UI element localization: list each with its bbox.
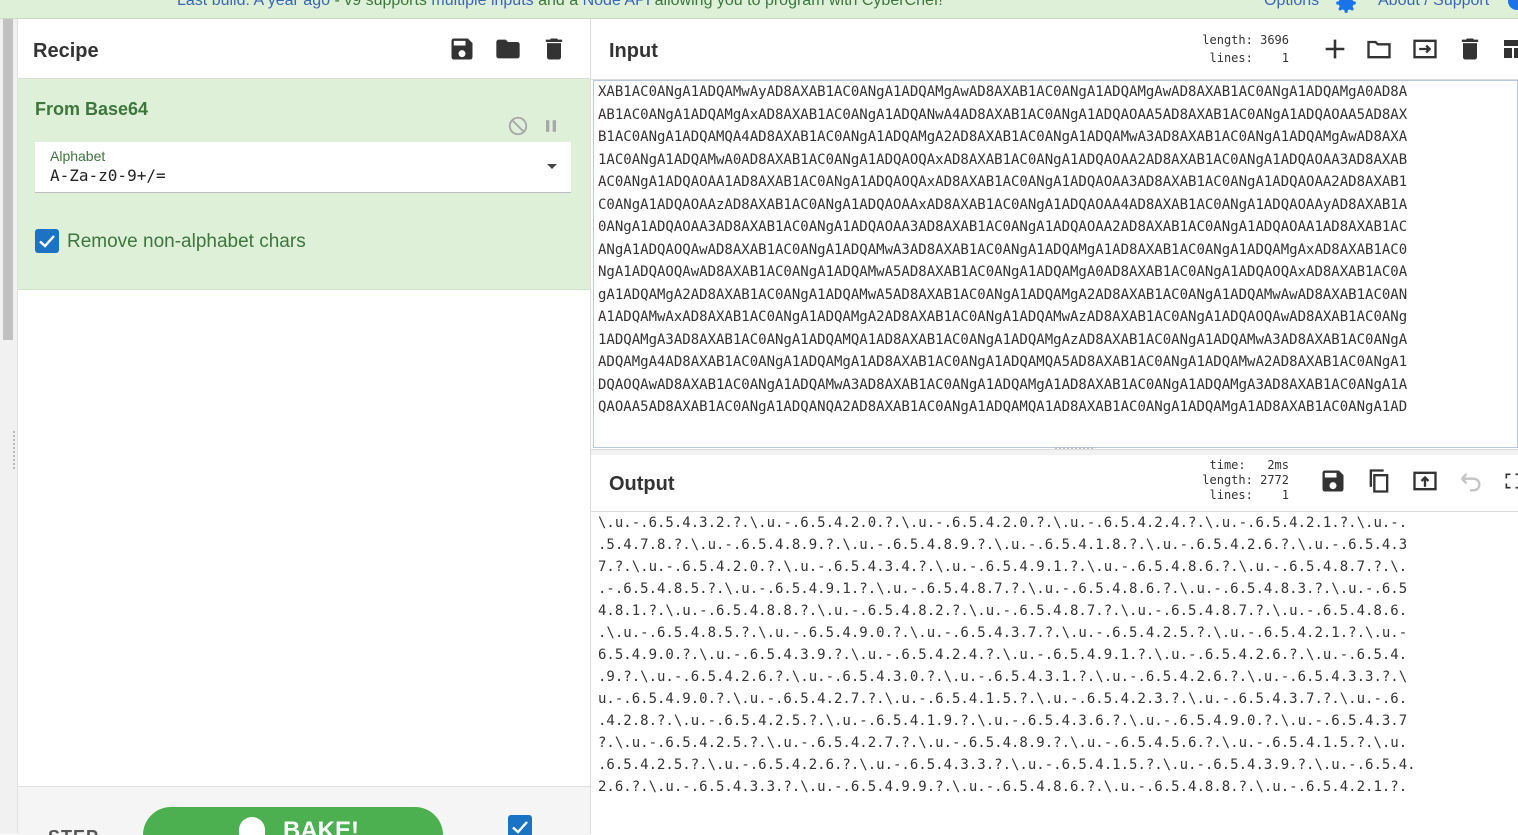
resize-handle[interactable] xyxy=(12,430,16,470)
input-line: AC0ANgA1ADQAOAA1AD8AXAB1AC0ANgA1ADQAOQAx… xyxy=(598,174,1408,190)
output-line: ?.\.u.-.6.5.4.2.5.?.\.u.-.6.5.4.2.7.?.\.… xyxy=(598,735,1408,751)
output-panel: Output time: 2ms length: 2772 lines: 1 \… xyxy=(591,455,1518,834)
trash-icon[interactable] xyxy=(1456,35,1484,63)
export-icon[interactable] xyxy=(1411,467,1439,495)
options-link[interactable]: Options xyxy=(1264,0,1319,10)
output-line: 2.6.?.\.u.-.6.5.4.3.3.?.\.u.-.6.5.4.9.9.… xyxy=(598,779,1408,795)
output-title: Output xyxy=(609,473,675,495)
input-line: gA1ADQAMgA2AD8AXAB1AC0ANgA1ADQAMwA5AD8AX… xyxy=(598,286,1408,303)
output-line: \.u.-.6.5.4.3.2.?.\.u.-.6.5.4.2.0.?.\.u.… xyxy=(598,515,1408,531)
length-label: length: xyxy=(1202,473,1253,487)
input-line: AB1AC0ANgA1ADQAMgAxAD8AXAB1AC0ANgA1ADQAN… xyxy=(598,106,1408,123)
output-line: .6.5.4.2.5.?.\.u.-.6.5.4.2.6.?.\.u.-.6.5… xyxy=(598,757,1416,773)
maximise-icon[interactable] xyxy=(1503,467,1518,495)
trash-icon[interactable] xyxy=(540,35,568,63)
import-icon[interactable] xyxy=(1411,35,1439,63)
banner-message: Last build: A year ago - v9 supports mul… xyxy=(177,0,943,10)
save-icon[interactable] xyxy=(448,35,476,63)
recipe-title: Recipe xyxy=(33,40,99,62)
input-line: DQAOQAwAD8AXAB1AC0ANgA1ADQAMwA3AD8AXAB1A… xyxy=(598,376,1408,393)
input-length: 3696 xyxy=(1260,33,1289,47)
length-label: length: xyxy=(1202,33,1253,47)
pause-icon[interactable] xyxy=(541,116,561,136)
controls-area: STEP BAKE! xyxy=(18,786,590,835)
banner-text-1: - v9 supports xyxy=(330,0,432,9)
notice-banner: Last build: A year ago - v9 supports mul… xyxy=(0,0,1518,19)
output-stats: time: 2ms length: 2772 lines: 1 xyxy=(1189,458,1289,503)
lines-label: lines: xyxy=(1209,51,1253,65)
output-lines: 1 xyxy=(1281,488,1289,502)
input-line: A1ADQAMwAxAD8AXAB1AC0ANgA1ADQAMgA2AD8AXA… xyxy=(598,309,1408,325)
remove-nonalphabet-label[interactable]: Remove non-alphabet chars xyxy=(67,231,306,253)
folder-icon[interactable] xyxy=(494,35,522,63)
output-line: .-.6.5.4.8.5.?.\.u.-.6.5.4.9.1.?.\.u.-.6… xyxy=(598,581,1408,597)
input-line: ADQAMgA4AD8AXAB1AC0ANgA1ADQAMgA1AD8AXAB1… xyxy=(598,354,1408,370)
output-line: .5.4.7.8.?.\.u.-.6.5.4.8.9.?.\.u.-.6.5.4… xyxy=(598,537,1408,553)
input-line: 1ADQAMgA3AD8AXAB1AC0ANgA1ADQAMQA1AD8AXAB… xyxy=(598,331,1408,348)
chevron-down-icon[interactable] xyxy=(533,142,571,192)
output-line: 7.?.\.u.-.6.5.4.2.0.?.\.u.-.6.5.4.3.4.?.… xyxy=(598,559,1408,575)
input-line: C0ANgA1ADQAOAAzAD8AXAB1AC0ANgA1ADQAOAAxA… xyxy=(598,196,1408,213)
save-icon[interactable] xyxy=(1319,467,1347,495)
folder-icon[interactable] xyxy=(1365,35,1393,63)
alphabet-select[interactable]: Alphabet A-Za-z0-9+/= xyxy=(35,142,571,193)
operation-name: From Base64 xyxy=(35,99,149,119)
layout-icon[interactable] xyxy=(1501,35,1518,63)
input-line: QAOAA5AD8AXAB1AC0ANgA1ADQANQA2AD8AXAB1AC… xyxy=(598,399,1408,415)
input-line: ANgA1ADQAOQAwAD8AXAB1AC0ANgA1ADQAMwA3AD8… xyxy=(598,241,1408,258)
input-lines: 1 xyxy=(1281,51,1289,65)
recipe-panel: Recipe From Base64 Alphabet A-Za-z0-9+/= xyxy=(18,19,591,835)
input-line: B1AC0ANgA1ADQAMQA4AD8AXAB1AC0ANgA1ADQAMg… xyxy=(598,129,1408,145)
chef-icon xyxy=(239,817,265,835)
from-base64-operation[interactable]: From Base64 Alphabet A-Za-z0-9+/= Remove… xyxy=(18,79,590,290)
resize-handle[interactable] xyxy=(1054,446,1094,450)
output-line: .9.?.\.u.-.6.5.4.2.6.?.\.u.-.6.5.4.3.0.?… xyxy=(598,669,1408,685)
output-time: 2ms xyxy=(1267,458,1289,472)
multiple-inputs-link[interactable]: multiple inputs xyxy=(431,0,533,9)
plus-icon[interactable] xyxy=(1321,35,1349,63)
output-line: u.-.6.5.4.9.0.?.\.u.-.6.5.4.2.7.?.\.u.-.… xyxy=(598,691,1408,707)
banner-text-3: allowing you to program with CyberChef! xyxy=(650,0,943,9)
about-support-link[interactable]: About / Support xyxy=(1378,0,1489,10)
check-icon xyxy=(512,821,528,834)
recipe-header: Recipe xyxy=(18,19,590,79)
auto-bake-checkbox[interactable] xyxy=(508,815,532,835)
input-stats: length: 3696 lines: 1 xyxy=(1189,31,1289,67)
check-icon xyxy=(39,235,55,248)
output-line: .\.u.-.6.5.4.8.5.?.\.u.-.6.5.4.9.0.?.\.u… xyxy=(598,625,1408,641)
output-line: 6.5.4.9.0.?.\.u.-.6.5.4.3.9.?.\.u.-.6.5.… xyxy=(598,647,1408,663)
bake-label: BAKE! xyxy=(283,817,359,835)
bake-button[interactable]: BAKE! xyxy=(143,807,443,835)
output-line: .4.2.8.?.\.u.-.6.5.4.2.5.?.\.u.-.6.5.4.1… xyxy=(598,713,1408,729)
disable-icon[interactable] xyxy=(507,115,529,137)
input-line: 1AC0ANgA1ADQAMwA0AD8AXAB1AC0ANgA1ADQAOQA… xyxy=(598,151,1408,168)
last-build-link[interactable]: Last build: A year ago xyxy=(177,0,330,9)
page-scrollbar[interactable] xyxy=(0,19,18,834)
output-line: 4.8.1.?.\.u.-.6.5.4.8.8.?.\.u.-.6.5.4.8.… xyxy=(598,603,1408,619)
output-header: Output time: 2ms length: 2772 lines: 1 xyxy=(591,455,1518,512)
banner-text-2: and a xyxy=(533,0,583,9)
alphabet-label: Alphabet xyxy=(50,148,106,164)
output-length: 2772 xyxy=(1260,473,1289,487)
input-line: XAB1AC0ANgA1ADQAMwAyAD8AXAB1AC0ANgA1ADQA… xyxy=(598,84,1408,100)
input-panel: Input length: 3696 lines: 1 XAB1AC0ANgA1… xyxy=(591,19,1518,449)
undo-icon[interactable] xyxy=(1456,467,1484,495)
input-header: Input length: 3696 lines: 1 xyxy=(591,19,1518,80)
copy-icon[interactable] xyxy=(1365,467,1393,495)
input-line: 0ANgA1ADQAOAA3AD8AXAB1AC0ANgA1ADQAOAA3AD… xyxy=(598,219,1408,235)
lines-label: lines: xyxy=(1209,488,1253,502)
node-api-link[interactable]: Node API xyxy=(583,0,651,9)
input-textarea[interactable]: XAB1AC0ANgA1ADQAMwAyAD8AXAB1AC0ANgA1ADQA… xyxy=(593,80,1518,448)
remove-nonalphabet-checkbox[interactable] xyxy=(35,229,59,253)
output-textarea[interactable]: \.u.-.6.5.4.3.2.?.\.u.-.6.5.4.2.0.?.\.u.… xyxy=(593,512,1518,834)
gear-icon[interactable] xyxy=(1333,0,1359,16)
input-line: NgA1ADQAOQAwAD8AXAB1AC0ANgA1ADQAMwA5AD8A… xyxy=(598,264,1408,280)
scrollbar-thumb[interactable] xyxy=(3,19,13,340)
input-title: Input xyxy=(609,40,658,62)
alphabet-value[interactable]: A-Za-z0-9+/= xyxy=(50,166,166,185)
info-icon[interactable] xyxy=(1508,0,1518,10)
time-label: time: xyxy=(1209,458,1246,472)
